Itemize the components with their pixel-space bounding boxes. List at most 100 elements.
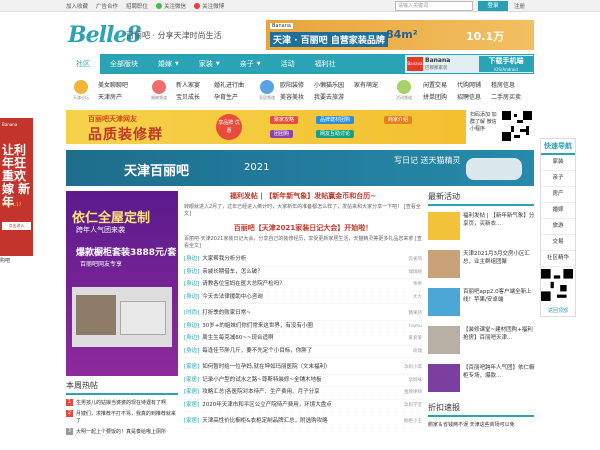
side-float-ad[interactable]: Banana 让利年狂重欢嫁 新年 1.16-1.17 点击进入 bbox=[0, 118, 33, 256]
list-item[interactable]: [身边] 大家帮我分析分析 云雀风 bbox=[184, 254, 422, 267]
item-author[interactable]: 爱爱爱 bbox=[409, 333, 423, 345]
list-item[interactable]: [身边] 周生生每克减60~~现合适啊 爱爱爱 bbox=[184, 333, 422, 346]
diary-banner[interactable]: 天津百丽吧 2021 写日记 送天猫精灵 bbox=[66, 150, 534, 186]
list-item[interactable]: [身边] 30岁+的姐妹们你们常来这世界，有没有小圈 hamu bbox=[184, 321, 422, 333]
item-author[interactable]: 金牌律师 bbox=[404, 387, 422, 399]
quick-nav-item[interactable]: 家装 bbox=[541, 155, 575, 171]
item-author[interactable]: 糖果风 bbox=[409, 308, 423, 320]
quick-nav-item[interactable]: 房产 bbox=[541, 187, 575, 203]
wechat-follow-label[interactable]: 关注微信 bbox=[164, 2, 186, 10]
event-entry[interactable]: 【百丽吧跨年人气团】依仁橱柜专场，爆款... bbox=[428, 364, 535, 396]
event-title[interactable]: 福利发帖 | 【新年新气象】分享页，买新衣... bbox=[463, 212, 535, 228]
nav-community[interactable]: 社区 bbox=[66, 54, 100, 74]
jobs-link[interactable]: 招聘职位 bbox=[126, 2, 148, 10]
event-entry[interactable]: 百丽吧app2.0客户端全新上线！苹果/安卓端 bbox=[428, 288, 534, 320]
item-author[interactable]: 橱柜小王 bbox=[404, 416, 422, 428]
nav-welfare[interactable]: 福利社 bbox=[305, 54, 346, 74]
event-entry[interactable]: 天津2021月3月交房小区汇总，业主群组团聚 bbox=[428, 250, 534, 282]
item-author[interactable]: 孕妈学堂 bbox=[404, 400, 422, 412]
quick-nav-item[interactable]: 交易 bbox=[541, 235, 575, 251]
item-title[interactable]: 天津高性价比橱柜&衣柜定制品牌汇总，附选购攻略 bbox=[202, 418, 327, 424]
event-title[interactable]: 天津2021月3月交房小区汇总，业主群组团聚 bbox=[463, 250, 535, 266]
list-item[interactable]: [时尚] 打折季的败家日常~ 糖果风 bbox=[184, 308, 422, 321]
hot-item[interactable]: 3 大明一起上个要饭的！真是奏给哦上厕所 bbox=[66, 428, 178, 435]
news-headline[interactable]: 福利发帖 | 【新年新气象】发帖赢金币和台历~ bbox=[184, 191, 422, 201]
nav-home-deco[interactable]: 家装 ▼ bbox=[189, 54, 230, 74]
subnav-link[interactable]: 新人家宴 bbox=[176, 80, 200, 89]
item-title[interactable]: 30岁+的姐妹们你们常来这世界，有没有小圈 bbox=[202, 323, 313, 329]
item-title[interactable]: 记录小户型的试水之路~尊斯特装修~全铺木地板 bbox=[202, 377, 321, 383]
event-entry[interactable]: 【装修课堂~建材团购+福利抢房】百丽吧天津... bbox=[428, 326, 534, 358]
event-title[interactable]: 【装修课堂~建材团购+福利抢房】百丽吧天津... bbox=[463, 326, 535, 342]
nav-events[interactable]: 活动 bbox=[271, 54, 305, 74]
subnav-link[interactable]: 闲置交易 bbox=[423, 80, 447, 89]
item-title[interactable]: 如何暂时给一位孕妈,就在坤如玛丽医院（文末福利） bbox=[202, 364, 330, 370]
subnav-link[interactable]: 招聘信息 bbox=[457, 92, 481, 101]
header-ad[interactable]: Banana 天津 · 百丽吧 自营家装品牌 84m² 10.1万 bbox=[266, 20, 534, 50]
item-author[interactable]: 乖乖 bbox=[413, 279, 422, 291]
item-title[interactable]: 2020年天津市和平区公立产院待产费用，环境大盘点 bbox=[202, 402, 332, 408]
subnav-link[interactable]: 欧阳装修 bbox=[280, 80, 304, 89]
subnav-link[interactable]: 二手房买卖 bbox=[491, 92, 521, 101]
weibo-follow[interactable]: 关注微博 bbox=[194, 2, 224, 10]
list-item[interactable]: [家居] 攻略汇总|各医院对本待产、生产费用、月子分享 金牌律师 bbox=[184, 387, 422, 400]
subnav-link[interactable]: 租房信息 bbox=[491, 80, 515, 89]
subnav-link[interactable]: 小懒猫乐园 bbox=[314, 80, 344, 89]
quick-nav-item[interactable]: 社区精华 bbox=[541, 251, 575, 267]
news-headline-2[interactable]: 百丽吧【天津2021家装日记大会】开始啦！ bbox=[184, 223, 422, 233]
quick-nav-item[interactable]: 旅游 bbox=[541, 219, 575, 235]
discount-link[interactable]: 鹅家＆省钱两不误 天津这些商场可以免 bbox=[428, 421, 534, 428]
subnav-link[interactable]: 美容美妆 bbox=[280, 92, 304, 101]
subnav-link[interactable]: 孕育生产 bbox=[214, 92, 238, 101]
list-item[interactable]: [身边] 亲戚长期借车，怎么破？ 瑞瑞呢 bbox=[184, 267, 423, 279]
nav-all-boards[interactable]: 全部版块 bbox=[100, 54, 148, 74]
register-link[interactable]: 注册 bbox=[514, 2, 525, 10]
banner-pill[interactable]: 商家介绍 bbox=[384, 116, 413, 124]
cabinet-ad[interactable]: 依仁全屋定制 跨年人气团来袭 爆款橱柜套装3888元/套 百丽吧网友专享 bbox=[66, 191, 178, 376]
hot-item-title[interactable]: 月嫂们，求推荐不打不骂，我真的到推荐就来了 bbox=[76, 410, 178, 424]
item-title[interactable]: 攻略汇总|各医院对本待产、生产费用、月子分享 bbox=[202, 389, 319, 395]
list-item[interactable]: [家居] 天津高性价比橱柜&衣柜定制品牌汇总，附选购攻略 橱柜小王 bbox=[184, 416, 422, 429]
item-title[interactable]: 请教各位宝妈在医大总院产检吗？ bbox=[202, 281, 285, 287]
subnav-link[interactable]: 婚礼进行曲 bbox=[214, 80, 244, 89]
wechat-follow[interactable]: 关注微信 bbox=[156, 2, 186, 10]
list-item[interactable]: [家居] 2020年天津市和平区公立产院待产费用，环境大盘点 孕妈学堂 bbox=[184, 400, 422, 412]
weibo-follow-label[interactable]: 关注微博 bbox=[202, 2, 224, 10]
item-author[interactable]: hamu bbox=[409, 321, 422, 333]
subnav-link[interactable]: 代购网铺 bbox=[457, 80, 481, 89]
item-title[interactable]: 打折季的败家日常~ bbox=[202, 310, 251, 316]
banner-pill[interactable]: 聚家攻略 bbox=[270, 116, 299, 124]
item-title[interactable]: 每逢佳节胖几斤，要不先定个小目标，你胖了 bbox=[202, 348, 312, 354]
subnav-link[interactable]: 家有萌宠 bbox=[354, 80, 378, 89]
hot-item[interactable]: 1 生男孩儿的姑娘当婆婆的现在待遇有了啊 bbox=[66, 399, 178, 406]
back-to-top-button[interactable]: 返回顶部 bbox=[541, 305, 575, 316]
event-entry[interactable]: 福利发帖 | 【新年新气象】分享页，买新衣... bbox=[428, 212, 534, 244]
ad-cooperation-link[interactable]: 广告合作 bbox=[96, 2, 118, 10]
list-item[interactable]: [家居] 如何暂时给一位孕妈,就在坤如玛丽医院（文末福利） 孕妈小李 bbox=[184, 362, 422, 375]
hot-item-title[interactable]: 大明一起上个要饭的！真是奏给哦上厕所 bbox=[76, 428, 166, 435]
hot-item-title[interactable]: 生男孩儿的姑娘当婆婆的现在待遇有了啊 bbox=[76, 399, 166, 406]
event-title[interactable]: 【百丽吧跨年人气团】依仁橱柜专场，爆款... bbox=[463, 364, 535, 380]
item-author[interactable]: 瑞瑞呢 bbox=[409, 267, 423, 279]
list-item[interactable]: [家居] 记录小户型的试水之路~尊斯特装修~全铺木地板 孕妈咪 bbox=[184, 375, 422, 387]
list-item[interactable]: [身边] 每逢佳节胖几斤，要不先定个小目标，你胖了 玫瑰 bbox=[184, 346, 422, 358]
side-ad-button[interactable]: 点击进入 bbox=[2, 222, 31, 230]
subnav-link[interactable]: 我要去旅游 bbox=[314, 92, 344, 101]
event-title[interactable]: 百丽吧app2.0客户端全新上线！苹果/安卓端 bbox=[463, 288, 535, 304]
list-item[interactable]: [身边] 请教各位宝妈在医大总院产检吗？ 乖乖 bbox=[184, 279, 422, 292]
item-title[interactable]: 亲戚长期借车，怎么破？ bbox=[202, 269, 263, 275]
app-download-ad[interactable]: Banana Banana 巴那那家装 下载手机端 iOS/Android bbox=[404, 54, 534, 74]
banner-pill[interactable]: 品牌建材团购 bbox=[316, 116, 355, 124]
decor-group-banner[interactable]: 百丽吧天津网友 品质装修群 享品牌 优惠 聚家攻略 品牌建材团购 商家介绍 团团… bbox=[66, 110, 466, 144]
subnav-link[interactable]: 天津房产 bbox=[98, 92, 122, 101]
nav-parenting[interactable]: 亲子 ▼ bbox=[230, 54, 271, 74]
item-title[interactable]: 周生生每克减60~~现合适啊 bbox=[202, 335, 273, 341]
item-author[interactable]: 大大 bbox=[413, 292, 422, 304]
quick-nav-item[interactable]: 亲子 bbox=[541, 171, 575, 187]
search-input[interactable]: 请输入关键词 bbox=[395, 1, 473, 11]
favorite-link[interactable]: 加入收藏 bbox=[66, 2, 88, 10]
quick-nav-item[interactable]: 婚嫁 bbox=[541, 203, 575, 219]
nav-wedding[interactable]: 婚嫁 ▼ bbox=[148, 54, 189, 74]
subnav-link[interactable]: 拼单团购 bbox=[423, 92, 447, 101]
item-author[interactable]: 玫瑰 bbox=[413, 346, 422, 358]
